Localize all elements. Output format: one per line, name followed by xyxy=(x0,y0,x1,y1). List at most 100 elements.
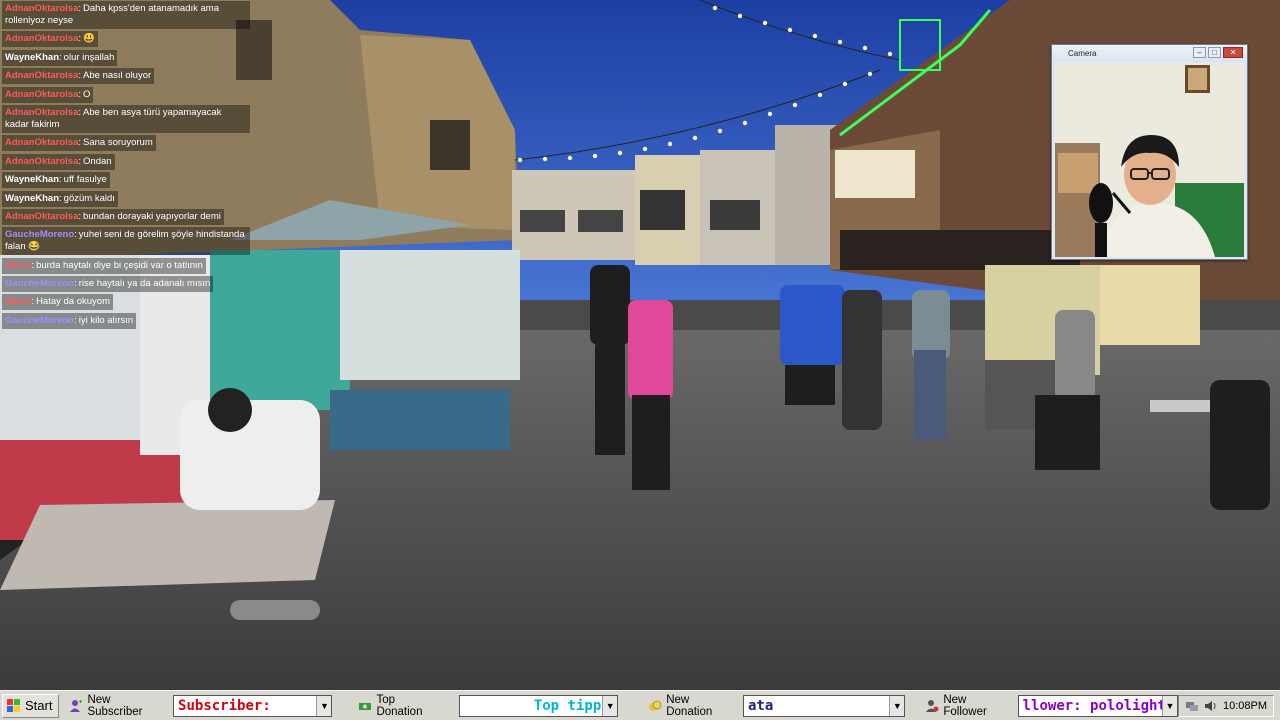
start-label: Start xyxy=(25,698,53,713)
chat-text: bundan dorayaki yapıyorlar demi xyxy=(83,210,221,222)
chat-message: Hacer: Hatay da okuyom xyxy=(2,294,113,311)
chevron-down-icon[interactable]: ▼ xyxy=(316,695,332,716)
chat-username: AdnanOktarolsa xyxy=(5,88,79,100)
camera-title: Camera xyxy=(1068,49,1097,58)
chat-text: olur inşallah xyxy=(63,51,115,63)
chat-message: AdnanOktarolsa: Daha kpss'den atanamadık … xyxy=(2,1,250,29)
chat-message: WayneKhan: olur inşallah xyxy=(2,49,118,66)
chat-separator: : xyxy=(78,3,82,14)
network-icon[interactable] xyxy=(1185,699,1199,713)
follower-value: llower: pololight xyxy=(1022,697,1166,714)
chat-username: GaucheMoreno xyxy=(5,314,75,326)
camera-window[interactable]: Camera – □ ✕ xyxy=(1051,44,1248,260)
subscriber-value: Subscriber: xyxy=(178,697,271,714)
chat-message: AdnanOktarolsa: Sana soruyorum xyxy=(2,135,156,152)
chat-username: WayneKhan xyxy=(5,192,60,204)
chat-username: GaucheMoreno xyxy=(5,278,75,290)
chat-separator: : xyxy=(78,33,82,45)
chat-message: WayneKhan: gözüm kaldı xyxy=(2,190,118,207)
chat-message: AdnanOktarolsa: O xyxy=(2,86,94,103)
chat-separator: : xyxy=(59,174,62,186)
top-tipper-ticker[interactable]: Top tippe ▼ xyxy=(458,694,619,717)
chat-message: AdnanOktarolsa: Abe ben asya türü yapamay… xyxy=(2,104,250,133)
chat-separator: : xyxy=(78,70,82,82)
camera-feed xyxy=(1055,63,1244,257)
chat-text: 😃 xyxy=(83,33,95,45)
chat-text: gözüm kaldı xyxy=(63,192,115,204)
chat-message: GaucheMoreno: rise haytalı ya da adanalı … xyxy=(2,276,214,293)
chat-message: GaucheMoreno: iyi kilo alırsın xyxy=(2,312,137,329)
chat-separator: : xyxy=(31,259,35,271)
chat-text: Abe nasıl oluyor xyxy=(83,70,152,82)
minimize-button[interactable]: – xyxy=(1193,47,1206,58)
follower-ticker[interactable]: llower: pololight ▼ xyxy=(1017,694,1178,717)
new-follower-label: New Follower xyxy=(943,693,987,718)
coins-icon xyxy=(648,699,662,713)
chat-separator: : xyxy=(74,278,77,290)
chevron-down-icon[interactable]: ▼ xyxy=(889,695,905,716)
chat-username: AdnanOktarolsa xyxy=(5,70,79,82)
maximize-button[interactable]: □ xyxy=(1208,47,1221,58)
chat-username: AdnanOktarolsa xyxy=(5,33,79,45)
subscriber-ticker[interactable]: Subscriber: ▼ xyxy=(173,694,333,717)
new-subscriber-label: New Subscriber xyxy=(87,693,143,718)
chat-username: Hacer xyxy=(5,296,32,308)
donation-ticker[interactable]: ata ▼ xyxy=(743,694,906,717)
chat-separator: : xyxy=(78,88,82,100)
chat-username: AdnanOktarolsa xyxy=(5,155,79,167)
chat-separator: : xyxy=(78,137,82,149)
new-donation-label: New Donation xyxy=(666,693,713,718)
new-subscriber-label-group: New Subscriber xyxy=(69,694,167,718)
chat-username: WayneKhan xyxy=(5,174,60,186)
chat-separator: : xyxy=(78,210,82,222)
chat-text: Ondan xyxy=(83,155,112,167)
chat-username: GaucheMoreno xyxy=(5,229,75,241)
chat-message: AdnanOktarolsa: Ondan xyxy=(2,153,115,170)
chat-text: uff fasulye xyxy=(63,174,107,186)
chat-overlay: AdnanOktarolsa: Daha kpss'den atanamadık … xyxy=(2,1,252,331)
system-tray[interactable]: 10:08PM xyxy=(1178,694,1275,717)
close-button[interactable]: ✕ xyxy=(1223,47,1243,58)
clock: 10:08PM xyxy=(1223,699,1268,712)
chat-message: GaucheMoreno: yuhei seni de görelim şöyle… xyxy=(2,227,250,256)
chat-message: Hacer: burda haytalı diye bi çeşidi var o… xyxy=(2,257,206,274)
chat-username: AdnanOktarolsa xyxy=(5,210,79,222)
user-add-icon xyxy=(69,699,83,713)
chat-text: Hatay da okuyom xyxy=(36,296,110,308)
money-icon xyxy=(358,699,372,713)
chat-username: AdnanOktarolsa xyxy=(5,106,79,118)
top-donation-label-group: Top Donation xyxy=(358,694,442,718)
chat-separator: : xyxy=(59,192,62,204)
chat-separator: : xyxy=(59,51,62,63)
chat-text: O xyxy=(83,88,91,100)
camera-titlebar[interactable]: Camera – □ ✕ xyxy=(1052,45,1247,62)
chat-message: AdnanOktarolsa: Abe nasıl oluyor xyxy=(2,68,155,85)
chat-username: WayneKhan xyxy=(5,51,60,63)
windows-logo-icon xyxy=(7,698,21,713)
chat-text: burda haytalı diye bi çeşidi var o tatlı… xyxy=(36,259,203,271)
new-follower-label-group: New Follower xyxy=(925,694,1011,718)
chat-text: rise haytalı ya da adanalı mısın xyxy=(78,278,211,290)
camera-feed-illustration xyxy=(1055,63,1244,257)
chat-separator: : xyxy=(78,155,82,167)
chat-text: Sana soruyorum xyxy=(83,137,153,149)
chat-message: AdnanOktarolsa: bundan dorayaki yapıyorla… xyxy=(2,208,224,225)
top-tipper-value: Top tippe xyxy=(533,697,610,714)
chat-separator: : xyxy=(78,106,82,118)
top-donation-label: Top Donation xyxy=(376,693,423,718)
taskbar: Start New Subscriber Subscriber: ▼ Top D… xyxy=(0,690,1280,720)
chevron-down-icon[interactable]: ▼ xyxy=(602,695,618,716)
chat-username: AdnanOktarolsa xyxy=(5,137,79,149)
start-button[interactable]: Start xyxy=(2,693,60,718)
chat-username: Hacer xyxy=(5,259,32,271)
chat-message: AdnanOktarolsa: 😃 xyxy=(2,31,98,48)
chat-separator: : xyxy=(74,229,77,241)
chat-separator: : xyxy=(31,296,35,308)
follower-icon xyxy=(925,699,939,713)
volume-icon[interactable] xyxy=(1204,699,1218,713)
new-donation-label-group: New Donation xyxy=(648,694,737,718)
chevron-down-icon[interactable]: ▼ xyxy=(1162,695,1177,716)
chat-message: WayneKhan: uff fasulye xyxy=(2,172,110,189)
chat-username: AdnanOktarolsa xyxy=(5,3,79,14)
chat-separator: : xyxy=(74,314,77,326)
